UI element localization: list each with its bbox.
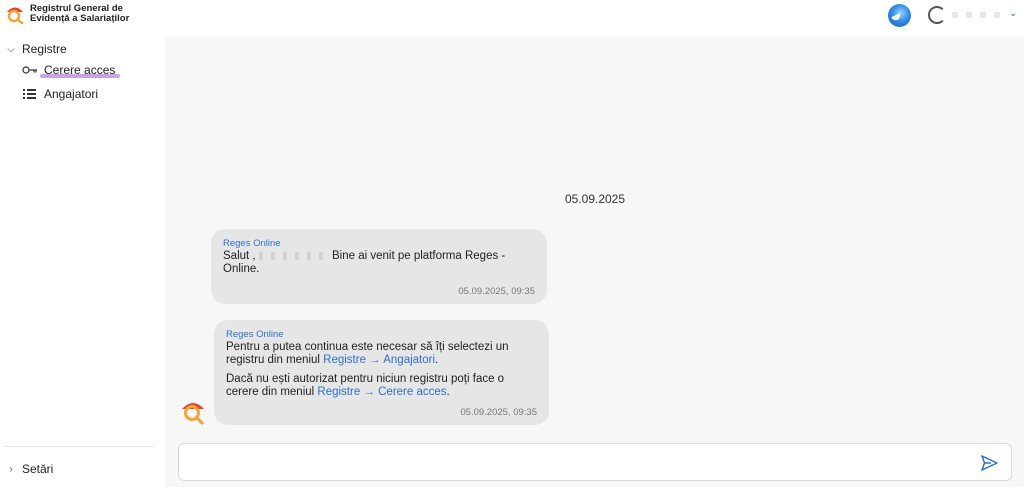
date-separator: 05.09.2025 bbox=[564, 192, 626, 206]
message-greeting: Salut , bbox=[223, 250, 256, 262]
message-text: Salut , Bine ai venit pe platforma Reges… bbox=[223, 250, 535, 276]
top-bar: Registrul General de Evidență a Salariaț… bbox=[0, 0, 1024, 36]
chat-message: Reges Online Pentru a putea continua est… bbox=[214, 320, 549, 425]
chat-message: Reges Online Salut , Bine ai venit pe pl… bbox=[211, 229, 547, 304]
bot-avatar-icon bbox=[179, 397, 207, 425]
message-paragraph-2: Dacă nu ești autorizat pentru niciun reg… bbox=[226, 373, 537, 399]
sidebar-item-angajatori[interactable]: Angajatori bbox=[22, 84, 162, 104]
app-logo-icon[interactable] bbox=[5, 4, 25, 25]
message-composer bbox=[178, 443, 1012, 481]
sidebar-section-setari[interactable]: › Setări bbox=[0, 458, 165, 480]
send-icon[interactable] bbox=[979, 453, 999, 473]
theme-profile-icon[interactable] bbox=[888, 4, 911, 27]
chevron-down-icon: ⌵ bbox=[7, 43, 15, 55]
section-label: Setări bbox=[22, 462, 54, 476]
user-avatar[interactable] bbox=[928, 6, 946, 24]
sidebar-divider bbox=[4, 446, 154, 447]
message-timestamp: 05.09.2025, 09:35 bbox=[460, 407, 537, 418]
message-sender: Reges Online bbox=[223, 238, 281, 249]
link-registre-cerere-acces[interactable]: Registre → Cerere acces bbox=[317, 386, 446, 398]
sidebar: ⌵ Registre Cerere acces Angajatori › Set… bbox=[0, 36, 165, 487]
list-icon bbox=[22, 88, 38, 100]
section-label: Registre bbox=[22, 42, 67, 56]
key-icon bbox=[22, 64, 38, 76]
app-title: Registrul General de Evidență a Salariaț… bbox=[30, 4, 150, 24]
sidebar-section-registre[interactable]: ⌵ Registre bbox=[0, 38, 165, 60]
chevron-down-icon[interactable]: ⌄ bbox=[1009, 8, 1017, 19]
message-text: . bbox=[446, 386, 450, 398]
message-text: . bbox=[435, 354, 439, 366]
message-timestamp: 05.09.2025, 09:35 bbox=[458, 286, 535, 297]
link-registre-angajatori[interactable]: Registre → Angajatori bbox=[323, 354, 435, 366]
message-sender: Reges Online bbox=[226, 329, 284, 340]
message-paragraph-1: Pentru a putea continua este necesar să … bbox=[226, 341, 537, 367]
redacted-name bbox=[258, 251, 329, 260]
sidebar-item-label: Angajatori bbox=[44, 87, 99, 101]
chevron-right-icon: › bbox=[9, 463, 13, 475]
active-item-indicator bbox=[40, 74, 120, 78]
user-name-redacted[interactable] bbox=[952, 12, 1002, 18]
message-input[interactable] bbox=[179, 444, 969, 480]
app-title-line2: Evidență a Salariaților bbox=[30, 13, 130, 24]
